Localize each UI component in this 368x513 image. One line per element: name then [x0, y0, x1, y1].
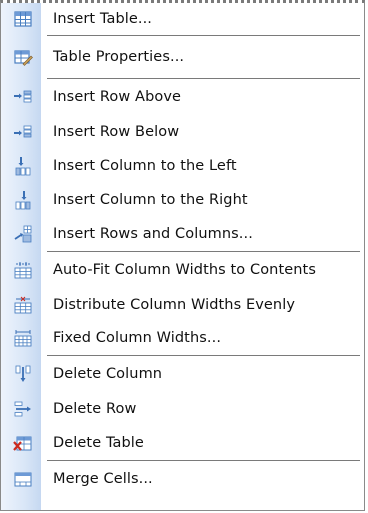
menu-item-insert-row-below[interactable]: Insert Row Below	[1, 115, 364, 149]
table-context-menu: Insert Table... Table Properties... Inse…	[0, 0, 365, 511]
menu-item-label: Insert Row Above	[53, 89, 182, 105]
menu-item-label: Insert Rows and Columns...	[53, 225, 253, 242]
menu-item-table-properties[interactable]: Table Properties...	[1, 36, 364, 78]
menu-item-label: Table Properties...	[53, 49, 185, 65]
merge-cells-icon	[14, 472, 32, 487]
menu-item-delete-table[interactable]: Delete Table	[1, 426, 364, 460]
menu-item-label: Delete Table	[53, 435, 144, 452]
menu-item-delete-row[interactable]: Delete Row	[1, 392, 364, 426]
menu-item-insert-row-above[interactable]: Insert Row Above	[1, 79, 364, 115]
menu-item-label: Insert Row Below	[53, 123, 180, 140]
menu-item-insert-table[interactable]: Insert Table...	[1, 3, 364, 35]
menu-item-label: Delete Column	[53, 366, 163, 383]
insert-row-above-icon	[14, 90, 32, 103]
menu-item-insert-column-left[interactable]: Insert Column to the Left	[1, 149, 364, 183]
menu-item-autofit-column-widths[interactable]: Auto-Fit Column Widths to Contents	[1, 252, 364, 288]
menu-item-delete-column[interactable]: Delete Column	[1, 356, 364, 392]
autofit-column-widths-icon	[14, 261, 32, 279]
table-properties-icon	[14, 50, 33, 66]
insert-table-icon	[14, 11, 32, 27]
menu-item-label: Insert Table...	[53, 11, 153, 27]
insert-row-below-icon	[14, 125, 32, 138]
menu-item-label: Insert Column to the Right	[53, 191, 248, 208]
menu-item-label: Distribute Column Widths Evenly	[53, 296, 296, 313]
menu-item-distribute-column-widths[interactable]: Distribute Column Widths Evenly	[1, 288, 364, 322]
menu-item-label: Insert Column to the Left	[53, 157, 237, 174]
menu-items: Insert Table... Table Properties... Inse…	[1, 3, 364, 497]
delete-row-icon	[14, 401, 31, 417]
menu-item-label: Delete Row	[53, 401, 137, 418]
menu-item-label: Merge Cells...	[53, 471, 153, 488]
fixed-column-widths-icon	[14, 330, 32, 347]
delete-table-icon	[13, 436, 32, 451]
menu-item-label: Fixed Column Widths...	[53, 330, 222, 347]
distribute-column-widths-icon	[14, 296, 32, 313]
insert-column-left-icon	[15, 156, 31, 176]
menu-item-insert-column-right[interactable]: Insert Column to the Right	[1, 183, 364, 217]
delete-column-icon	[15, 365, 31, 383]
menu-item-merge-cells[interactable]: Merge Cells...	[1, 461, 364, 497]
insert-column-right-icon	[15, 190, 31, 210]
menu-item-fixed-column-widths[interactable]: Fixed Column Widths...	[1, 321, 364, 355]
menu-item-label: Auto-Fit Column Widths to Contents	[53, 261, 316, 278]
insert-rows-columns-icon	[14, 225, 32, 243]
menu-item-insert-rows-columns[interactable]: Insert Rows and Columns...	[1, 217, 364, 251]
